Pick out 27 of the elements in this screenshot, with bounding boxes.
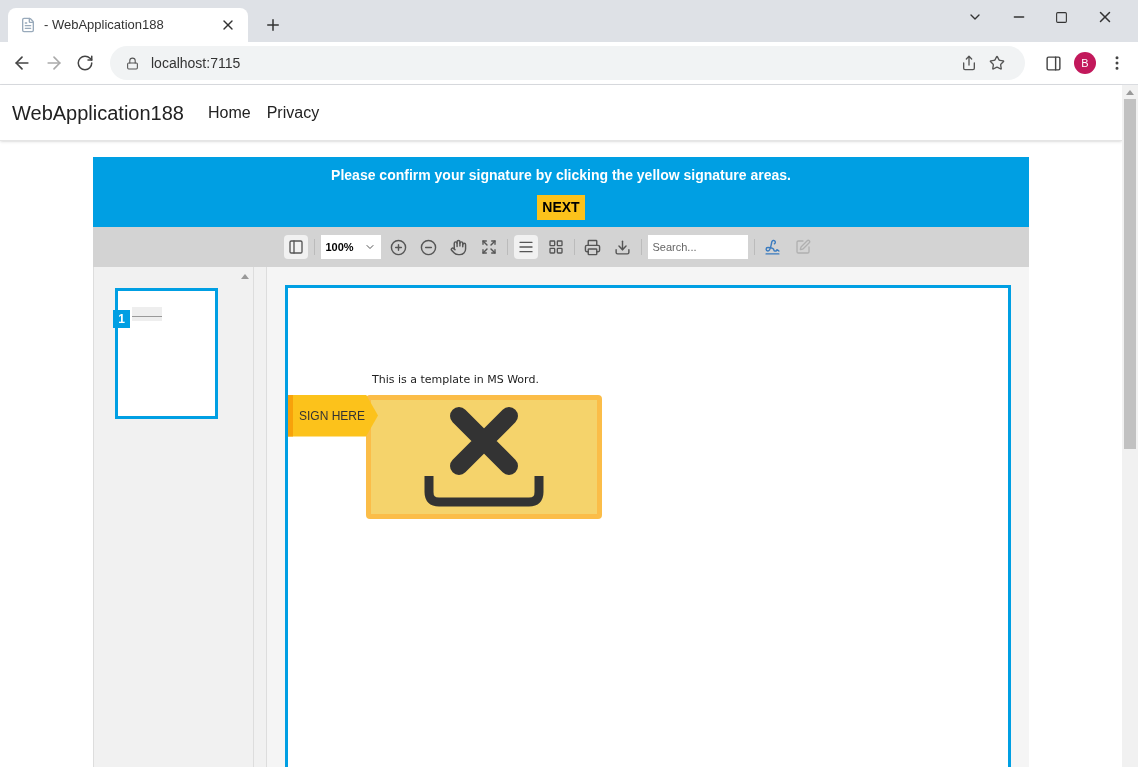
- sign-here-tag[interactable]: SIGN HERE: [288, 394, 378, 437]
- side-panel-icon[interactable]: [1045, 54, 1062, 72]
- search-field[interactable]: Search...: [647, 235, 748, 259]
- signature-field[interactable]: [366, 394, 602, 519]
- share-icon[interactable]: [961, 55, 977, 71]
- document-text: This is a template in MS Word.: [372, 372, 540, 388]
- profile-avatar[interactable]: B: [1074, 52, 1096, 74]
- sidebar-toggle-icon[interactable]: [283, 235, 308, 259]
- lock-icon: [126, 56, 139, 70]
- single-page-icon[interactable]: [513, 235, 538, 259]
- nav-link[interactable]: Privacy: [266, 100, 320, 125]
- page-scrollbar[interactable]: [1122, 85, 1138, 767]
- document-icon: [20, 17, 36, 33]
- address-bar[interactable]: localhost:7115: [110, 46, 1025, 80]
- banner-message: Please confirm your signature by clicking the yellow signature areas.: [331, 165, 791, 185]
- tab-title: - WebApplication188: [44, 16, 165, 35]
- nav-link[interactable]: Home: [208, 100, 251, 125]
- brand-link[interactable]: WebApplication188: [12, 97, 184, 128]
- bookmark-icon[interactable]: [989, 55, 1005, 71]
- new-tab-icon[interactable]: [264, 16, 282, 34]
- maximize-icon[interactable]: [1055, 10, 1068, 24]
- zoom-dropdown[interactable]: 100%: [320, 235, 381, 259]
- address-text: localhost:7115: [151, 53, 242, 73]
- reload-icon[interactable]: [76, 54, 94, 72]
- page-number-badge: 1: [113, 310, 130, 328]
- browser-tab[interactable]: - WebApplication188: [8, 8, 248, 42]
- next-button[interactable]: NEXT: [537, 194, 585, 220]
